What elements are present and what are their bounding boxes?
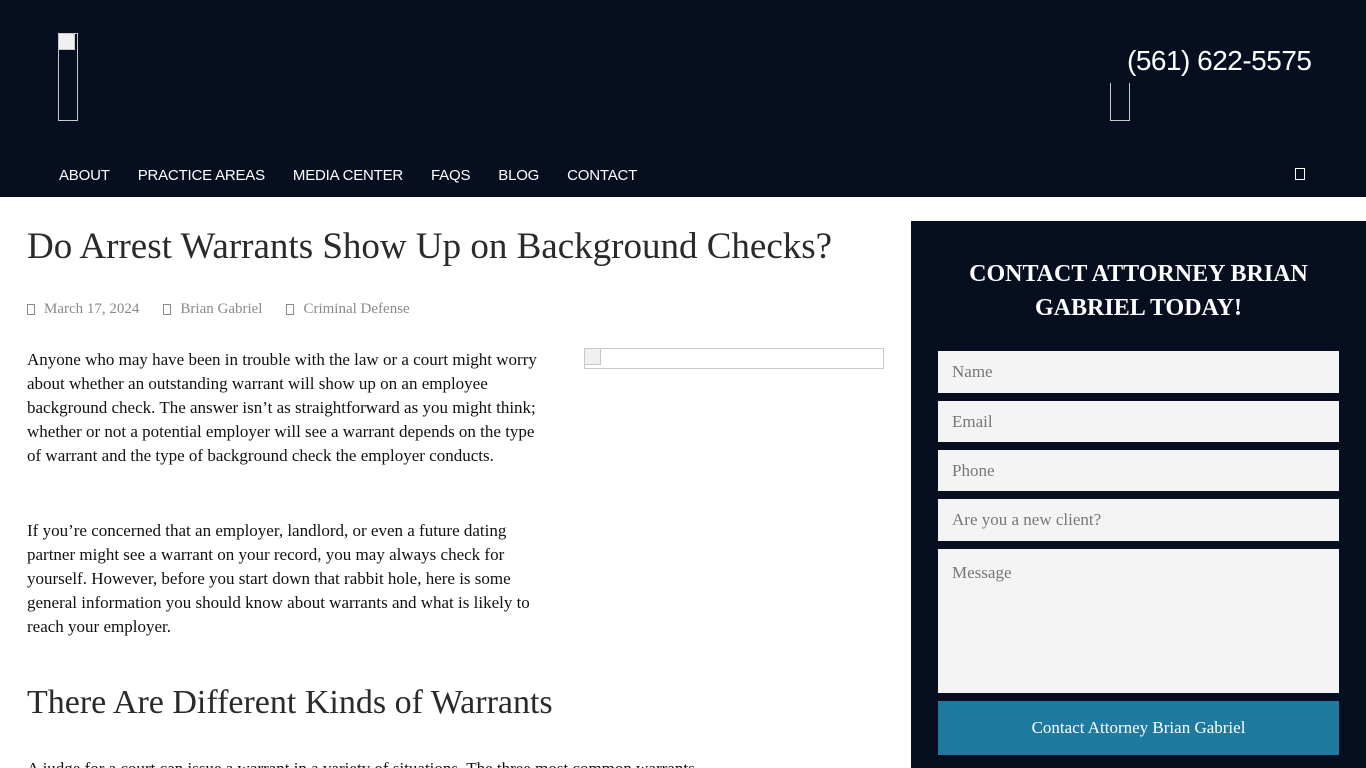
new-client-field[interactable] <box>938 499 1339 541</box>
article-paragraph: Anyone who may have been in trouble with… <box>27 350 537 465</box>
broken-image-icon <box>585 349 601 365</box>
name-field[interactable] <box>938 351 1339 393</box>
nav-media-center[interactable]: MEDIA CENTER <box>293 167 403 184</box>
nav-about[interactable]: ABOUT <box>59 167 110 184</box>
broken-image-icon <box>59 34 75 50</box>
email-field[interactable] <box>938 401 1339 442</box>
article-paragraph: A judge for a court can issue a warrant … <box>27 757 887 768</box>
site-header: (561) 622-5575 ABOUT PRACTICE AREAS MEDI… <box>0 0 1366 197</box>
post-category[interactable]: Criminal Defense <box>286 301 410 318</box>
article-image <box>584 348 884 369</box>
page-title: Do Arrest Warrants Show Up on Background… <box>27 226 833 267</box>
calendar-icon <box>27 304 35 315</box>
post-meta: March 17, 2024 Brian Gabriel Criminal De… <box>27 301 434 318</box>
phone-field[interactable] <box>938 450 1339 491</box>
main-nav: ABOUT PRACTICE AREAS MEDIA CENTER FAQS B… <box>59 167 665 184</box>
contact-sidebar: CONTACT ATTORNEY BRIAN GABRIEL TODAY! Co… <box>911 221 1366 768</box>
post-category-text[interactable]: Criminal Defense <box>303 301 409 318</box>
article-paragraph: If you’re concerned that an employer, la… <box>27 521 530 636</box>
article: Do Arrest Warrants Show Up on Background… <box>27 221 887 768</box>
badge-image <box>1110 83 1130 121</box>
user-icon <box>163 304 172 315</box>
search-icon[interactable] <box>1295 168 1305 180</box>
nav-blog[interactable]: BLOG <box>498 167 539 184</box>
nav-practice-areas[interactable]: PRACTICE AREAS <box>138 167 265 184</box>
sidebar-title: CONTACT ATTORNEY BRIAN GABRIEL TODAY! <box>969 261 1308 321</box>
post-date-text: March 17, 2024 <box>44 301 140 317</box>
phone-link[interactable]: (561) 622-5575 <box>1127 45 1312 77</box>
submit-button[interactable]: Contact Attorney Brian Gabriel <box>938 701 1339 755</box>
message-field[interactable] <box>938 549 1339 693</box>
logo-image[interactable] <box>58 33 78 121</box>
post-author[interactable]: Brian Gabriel <box>163 301 262 318</box>
post-date: March 17, 2024 <box>27 301 139 318</box>
folder-icon <box>286 304 295 315</box>
nav-faqs[interactable]: FAQS <box>431 167 470 184</box>
section-heading: There Are Different Kinds of Warrants <box>27 684 553 721</box>
post-author-text[interactable]: Brian Gabriel <box>180 301 262 318</box>
nav-contact[interactable]: CONTACT <box>567 167 637 184</box>
